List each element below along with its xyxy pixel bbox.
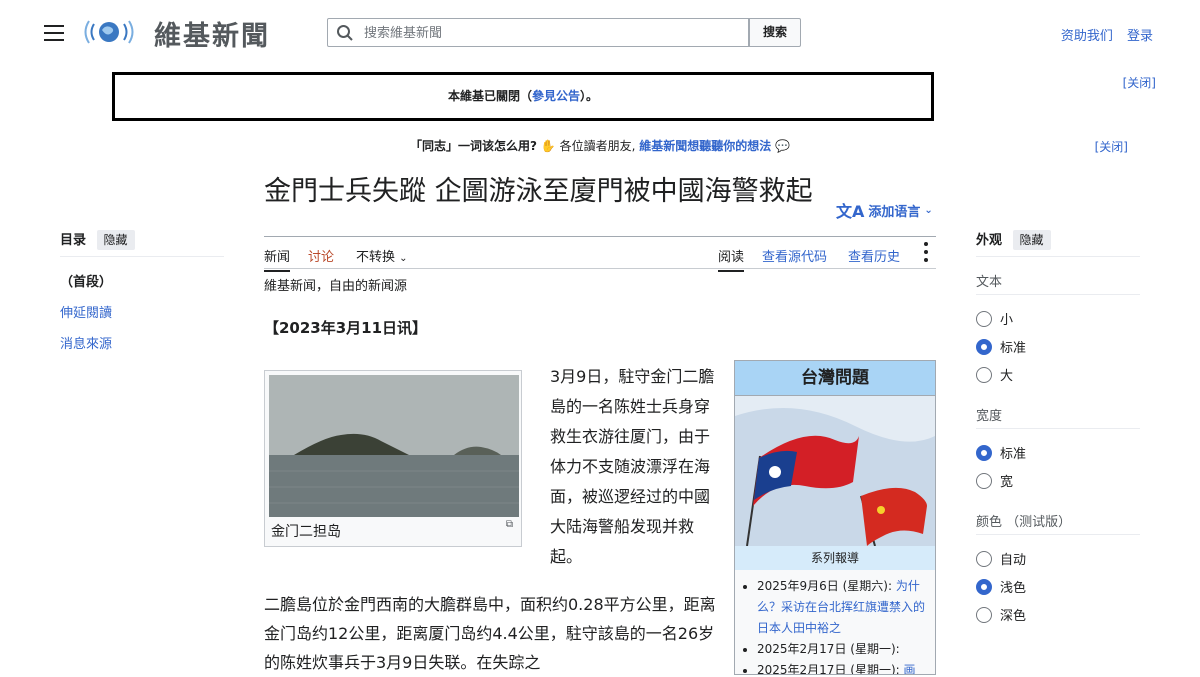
color-label: 颜色 （测试版） (976, 515, 1072, 530)
close-survey-link[interactable]: [关闭] (1095, 138, 1128, 155)
toc-item-sources[interactable]: 消息來源 (60, 333, 112, 352)
paragraph-2: 二膽島位於金門西南的大膽群島中，面积约0.28平方公里，距离金门岛约12公里，距… (264, 595, 716, 672)
tab-view-source[interactable]: 查看源代码 (762, 246, 827, 265)
appearance-header: 外观 隐藏 (976, 229, 1051, 250)
tabs-divider (264, 268, 936, 269)
login-link[interactable]: 登录 (1127, 29, 1153, 44)
search-icon (337, 25, 353, 41)
survey-mid: 各位讀者朋友, (559, 139, 636, 153)
announcement-link[interactable]: 參見公告 (532, 89, 580, 103)
width-wide[interactable]: 宽 (976, 471, 1013, 490)
variant-dropdown[interactable]: 不转换 ⌄ (356, 246, 408, 265)
option-label: 标准 (1000, 447, 1027, 462)
chevron-down-icon: ⌄ (924, 204, 933, 216)
item-date: 2025年2月17日 (星期一): (757, 663, 900, 675)
color-auto[interactable]: 自动 (976, 549, 1026, 568)
flags-photo[interactable] (735, 396, 935, 546)
tab-discussion[interactable]: 讨论 (308, 246, 334, 265)
toc-title: 目录 (60, 233, 87, 248)
infobox-title: 台灣問題 (735, 361, 935, 396)
speech-bubble-icon: 💬 (775, 139, 791, 153)
toc-hide-button[interactable]: 隐藏 (96, 230, 135, 250)
appearance-divider (976, 256, 1140, 257)
color-dark[interactable]: 深色 (976, 605, 1026, 624)
color-divider (976, 534, 1140, 535)
radio-selected-icon[interactable] (976, 444, 992, 461)
radio-selected-icon[interactable] (976, 578, 992, 595)
appearance-hide-button[interactable]: 隐藏 (1012, 230, 1051, 250)
option-label: 标准 (1000, 341, 1027, 356)
width-label: 宽度 (976, 409, 1003, 424)
wikinews-logo-icon[interactable] (84, 16, 134, 48)
sitenotice-end: ）。 (580, 89, 599, 103)
color-light[interactable]: 浅色 (976, 577, 1026, 596)
paragraph-1: 3月9日，駐守金门二膽島的一名陈姓士兵身穿救生衣游往厦门，由于体力不支随波漂浮在… (550, 367, 715, 566)
page-title: 金門士兵失蹤 企圖游泳至廈門被中國海警救起 (264, 176, 813, 207)
list-item: 2025年2月17日 (星期一): (757, 639, 929, 660)
text-size-standard[interactable]: 标准 (976, 337, 1026, 356)
infobox-list: 2025年9月6日 (星期六): 为什么？采访在台北挥红旗遭禁入的日本人田中裕之… (735, 570, 935, 675)
radio-icon[interactable] (976, 366, 992, 383)
search-box[interactable] (327, 18, 749, 47)
radio-icon[interactable] (976, 550, 992, 567)
list-item: 2025年9月6日 (星期六): 为什么？采访在台北挥红旗遭禁入的日本人田中裕之 (757, 576, 929, 639)
title-divider (264, 236, 936, 237)
item-date: 2025年2月17日 (星期一): (757, 642, 900, 656)
personal-tools: 资助我们 登录 (1051, 25, 1153, 44)
search-button[interactable]: 搜索 (749, 18, 801, 47)
text-size-small[interactable]: 小 (976, 309, 1013, 328)
text-size-large[interactable]: 大 (976, 365, 1013, 384)
site-tagline: 維基新闻，自由的新闻源 (264, 279, 408, 294)
series-infobox: 台灣問題 系列報導 2025年9月6日 (星期六): 为什么？采访在台北挥红旗遭… (734, 360, 936, 675)
toc-item-further-reading[interactable]: 伸延閱讀 (60, 302, 112, 321)
radio-selected-icon[interactable] (976, 338, 992, 355)
option-label: 宽 (1000, 475, 1014, 490)
appearance-title: 外观 (976, 233, 1003, 248)
donate-link[interactable]: 资助我们 (1061, 29, 1113, 44)
enlarge-icon[interactable]: ⧉ (506, 519, 513, 530)
tab-view-history[interactable]: 查看历史 (848, 246, 900, 265)
island-photo[interactable] (269, 375, 519, 517)
width-standard[interactable]: 标准 (976, 443, 1026, 462)
text-size-divider (976, 294, 1140, 295)
toc-divider (60, 256, 224, 257)
option-label: 自动 (1000, 553, 1027, 568)
list-item: 2025年2月17日 (星期一): 画 (757, 660, 929, 675)
figure-island: 金门二担岛 ⧉ (264, 370, 522, 547)
survey-link[interactable]: 維基新聞想聽聽你的想法 (639, 139, 771, 153)
main-menu-button[interactable] (44, 25, 64, 41)
item-date: 2025年9月6日 (星期六): (757, 579, 893, 593)
chevron-down-icon: ⌄ (399, 253, 408, 264)
add-languages-label: 添加语言 (868, 204, 921, 220)
figure-caption: 金门二担岛 (271, 524, 341, 540)
close-sitenotice-link[interactable]: [关闭] (1123, 74, 1156, 91)
radio-icon[interactable] (976, 310, 992, 327)
variant-label: 不转换 (356, 250, 396, 265)
survey-notice: 「同志」一词该怎么用? ✋ 各位讀者朋友, 維基新聞想聽聽你的想法 💬 (0, 137, 1200, 154)
text-size-label: 文本 (976, 275, 1003, 290)
sitenotice-text: 本維基已關閉（ (447, 89, 532, 103)
survey-prefix: 「同志」一词该怎么用? (409, 139, 537, 153)
translate-icon: 文A (836, 202, 865, 221)
width-divider (976, 428, 1140, 429)
dateline: 【2023年3月11日讯】 (264, 319, 428, 337)
site-notice: 本維基已關閉（參見公告）。 (112, 72, 934, 121)
more-actions-icon[interactable] (924, 242, 928, 266)
add-languages-button[interactable]: 文A 添加语言 ⌄ (836, 198, 933, 222)
option-label: 深色 (1000, 609, 1027, 624)
option-label: 浅色 (1000, 581, 1027, 596)
radio-icon[interactable] (976, 606, 992, 623)
toc-header: 目录 隐藏 (60, 229, 135, 250)
wave-emoji-icon: ✋ (540, 139, 556, 153)
search-input[interactable] (362, 22, 736, 44)
radio-icon[interactable] (976, 472, 992, 489)
item-link[interactable]: 画 (904, 663, 916, 674)
option-label: 大 (1000, 369, 1014, 384)
site-wordmark[interactable]: 維基新聞 (154, 14, 270, 53)
option-label: 小 (1000, 313, 1014, 328)
infobox-subtitle: 系列報導 (735, 546, 935, 570)
toc-item-lead[interactable]: （首段） (60, 271, 112, 290)
